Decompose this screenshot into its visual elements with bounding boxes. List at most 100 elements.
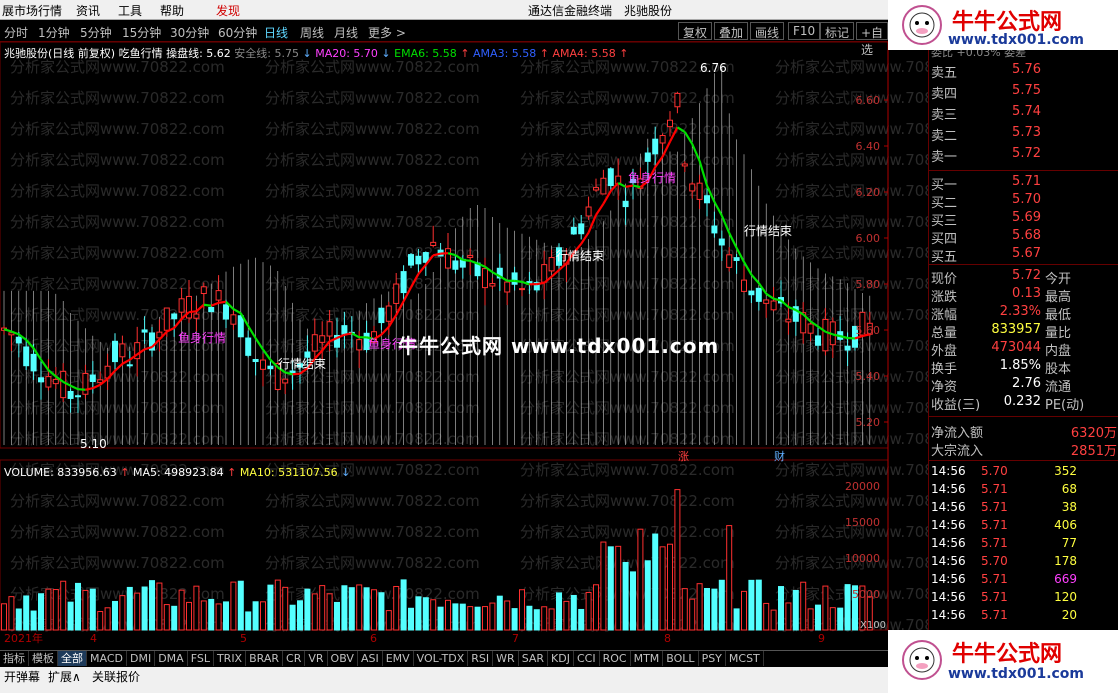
stat-label: 外盘 [931, 344, 958, 359]
period-tab[interactable]: 60分钟 [218, 24, 257, 41]
volume-bar [319, 585, 326, 631]
indicator-tab[interactable]: EMV [383, 651, 414, 666]
candle-body [400, 271, 407, 294]
indicator-tab[interactable]: CR [283, 651, 306, 666]
candle-body [415, 255, 422, 265]
candle-body [467, 254, 474, 258]
tick-volume: 77 [1061, 536, 1077, 550]
volume-bar [267, 584, 274, 631]
tick-price: 5.71 [981, 572, 1008, 586]
indicator-tab[interactable]: OBV [328, 651, 358, 666]
volume-bar [193, 585, 200, 631]
candle-body [659, 135, 666, 144]
price-tick-label: 6.40 [856, 140, 881, 153]
indicator-tab[interactable]: BOLL [663, 651, 699, 666]
indicator-tab[interactable]: WR [493, 651, 519, 666]
volume-bar [800, 581, 807, 631]
ask-row: 卖四 5.75 [931, 83, 1117, 102]
volume-bar [237, 580, 244, 631]
period-tab[interactable]: 分时 [4, 24, 28, 41]
volume-bar [156, 582, 163, 631]
watermark-text: 分析家公式网www.70822.com [775, 89, 928, 107]
indicator-tab[interactable]: MACD [87, 651, 127, 666]
candle-body [681, 163, 688, 167]
operating-line-segment [417, 264, 427, 275]
indicator-tab[interactable]: MTM [631, 651, 664, 666]
indicator-tab[interactable]: CCI [574, 651, 600, 666]
period-tab-more[interactable]: 更多 > [368, 24, 406, 41]
candle-body [452, 260, 459, 270]
f10-button[interactable]: F10 [788, 22, 821, 40]
linked-quote-button[interactable]: 关联报价 [92, 668, 140, 685]
overlay-button[interactable]: 叠加 [714, 22, 749, 40]
watermark-text: 分析家公式网www.70822.com [520, 120, 735, 138]
period-tab-active[interactable]: 日线 [264, 24, 288, 41]
menu-item-discover[interactable]: 发现 [216, 2, 240, 19]
bid-price: 5.68 [1012, 228, 1041, 243]
candle-body [607, 168, 614, 187]
menu-item-news[interactable]: 资讯 [76, 2, 100, 19]
watermark-text: 分析家公式网www.70822.com [10, 368, 225, 386]
period-tab[interactable]: 月线 [334, 24, 358, 41]
indicator-tab[interactable]: DMI [127, 651, 156, 666]
menu-item-tools[interactable]: 工具 [118, 2, 142, 19]
period-tab[interactable]: 周线 [300, 24, 324, 41]
indicator-tab[interactable]: MCST [726, 651, 764, 666]
period-tab[interactable]: 1分钟 [38, 24, 70, 41]
menu-item-help[interactable]: 帮助 [160, 2, 184, 19]
volume-bar [378, 592, 385, 631]
operating-line-segment [203, 303, 212, 307]
bid-row: 买四 5.68 [931, 228, 1117, 247]
add-watchlist-button[interactable]: +自选 [856, 22, 889, 57]
indicator-tab[interactable]: ASI [358, 651, 383, 666]
indicator-tab[interactable]: KDJ [548, 651, 574, 666]
period-tab[interactable]: 5分钟 [80, 24, 112, 41]
volume-bar [260, 601, 266, 631]
indicator-tab[interactable]: 指标 [0, 651, 29, 666]
volume-bar [15, 608, 22, 631]
indicator-tabs: 指标 模板 全部 MACD DMI DMA FSL TRIX BRAR CR VR OBV ASI EMV… [0, 650, 888, 666]
indicator-tab[interactable]: VR [305, 651, 328, 666]
ask-row: 卖一 5.72 [931, 146, 1117, 165]
draw-line-button[interactable]: 画线 [750, 22, 785, 40]
candle-body [482, 268, 488, 289]
expand-button[interactable]: 扩展∧ [48, 668, 81, 685]
adjust-button[interactable]: 复权 [678, 22, 713, 40]
ask-row: 卖二 5.73 [931, 125, 1117, 144]
indicator-tab[interactable]: FSL [188, 651, 214, 666]
indicator-tab[interactable]: PSY [699, 651, 726, 666]
volume-bar [467, 606, 474, 631]
indicator-tab[interactable]: ROC [600, 651, 631, 666]
mark-button[interactable]: 标记 [820, 22, 855, 40]
period-tab[interactable]: 15分钟 [122, 24, 161, 41]
tick-row: 14:56 5.71 38 [931, 500, 1117, 518]
volume-bar [415, 596, 422, 631]
watermark-text: 分析家公式网www.70822.com [265, 89, 480, 107]
indicator-tab[interactable]: DMA [155, 651, 188, 666]
watermark-text: 分析家公式网www.70822.com [520, 275, 735, 293]
stat-row: 总量 833957 量比 [931, 322, 1117, 341]
tick-price: 5.71 [981, 500, 1008, 514]
ask-price: 5.76 [1012, 62, 1041, 77]
indicator-tab[interactable]: 全部 [58, 651, 87, 666]
indicator-tab[interactable]: RSI [468, 651, 494, 666]
logo-url: www.tdx001.com [948, 32, 1085, 48]
danmu-button[interactable]: 开弹幕 [4, 668, 40, 685]
volume-bar [245, 611, 252, 631]
indicator-tab[interactable]: TRIX [214, 651, 247, 666]
indicator-tab[interactable]: SAR [519, 651, 549, 666]
operating-line-segment [625, 184, 634, 188]
volume-bar [89, 588, 96, 631]
watermark-text: 分析家公式网www.70822.com [520, 213, 735, 231]
indicator-tab[interactable]: VOL-TDX [414, 651, 469, 666]
legend-ma20: MA20: 5.70 [315, 47, 378, 60]
volume-bar [763, 602, 770, 631]
menu-item-market[interactable]: 展市场行情 [2, 2, 62, 19]
period-tab[interactable]: 30分钟 [170, 24, 209, 41]
watermark-text: 分析家公式网www.70822.com [265, 492, 480, 510]
candle-body [267, 365, 274, 370]
tick-row: 14:56 5.71 20 [931, 608, 1117, 626]
indicator-tab[interactable]: 模板 [29, 651, 58, 666]
indicator-tab[interactable]: BRAR [246, 651, 284, 666]
tick-row: 14:56 5.70 352 [931, 464, 1117, 482]
